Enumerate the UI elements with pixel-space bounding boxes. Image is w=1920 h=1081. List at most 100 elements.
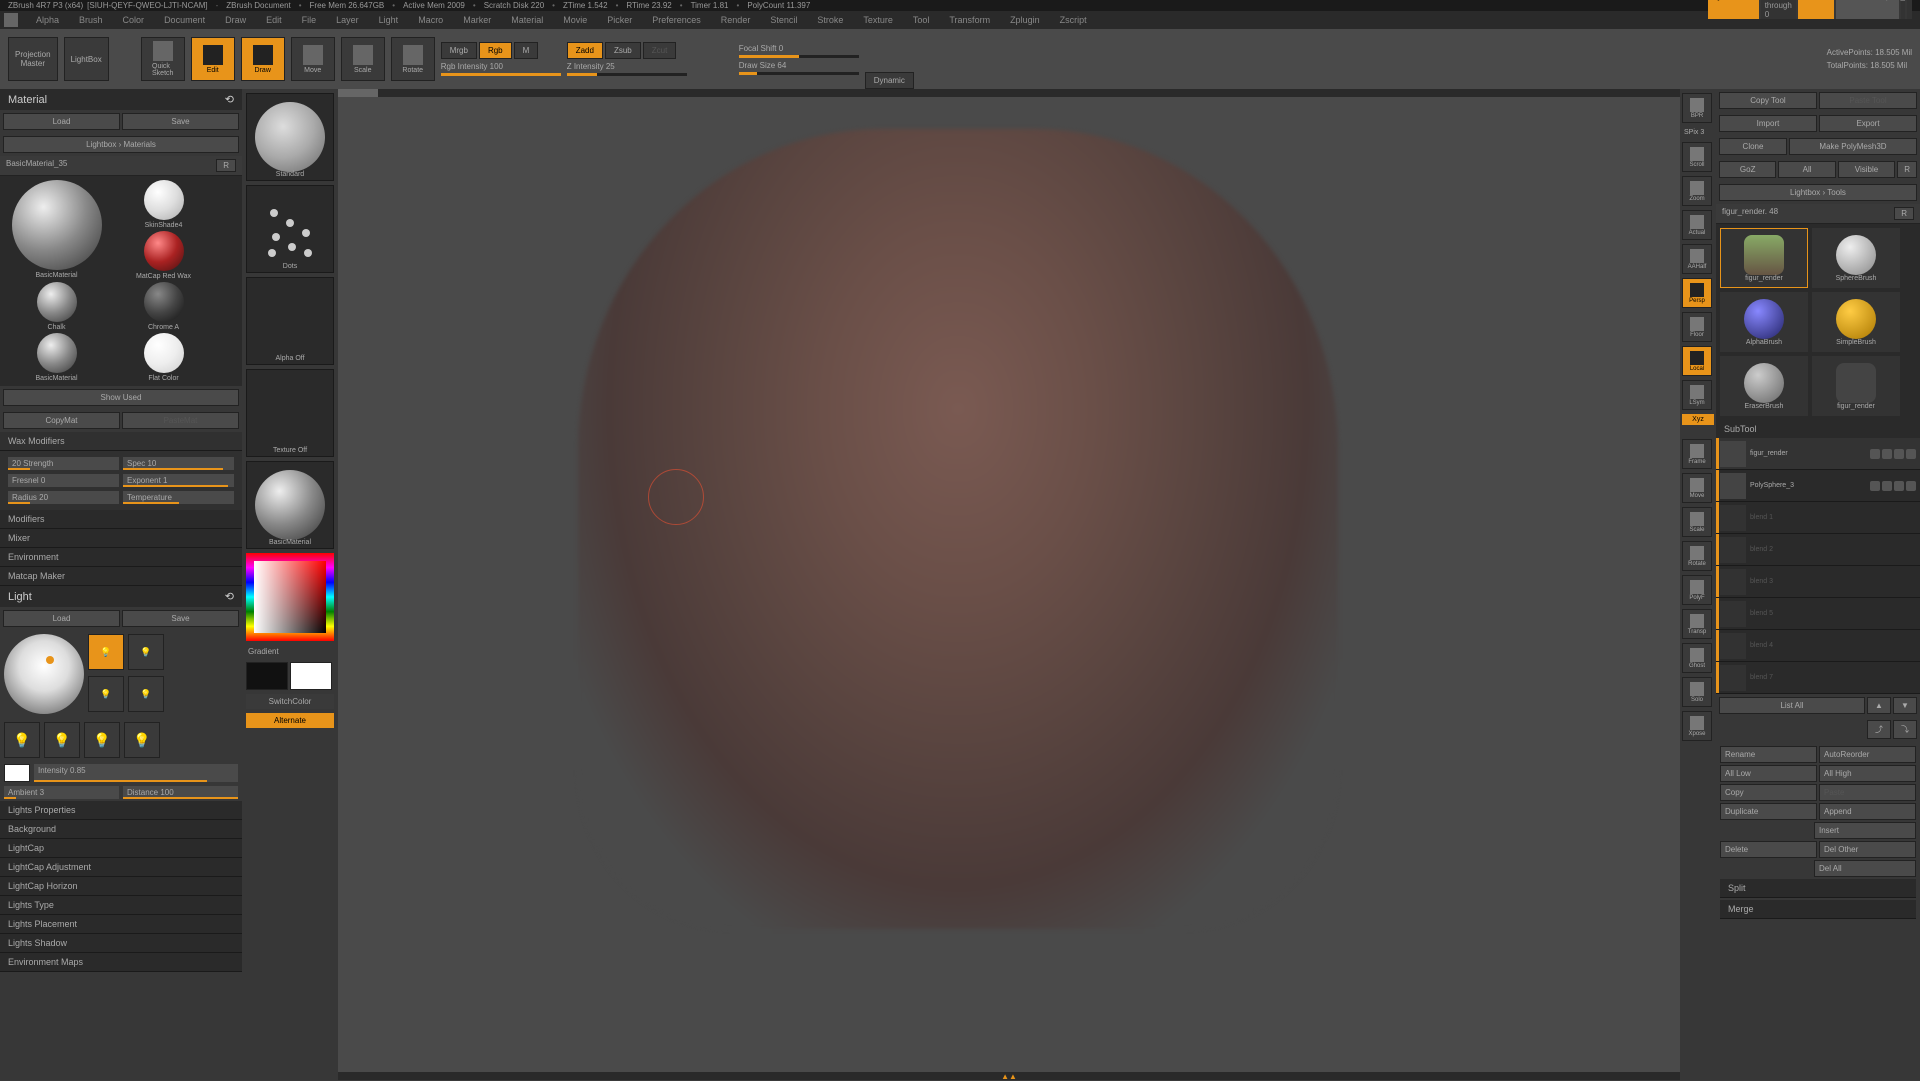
undock-icon[interactable]: ⟲ (225, 590, 234, 603)
menu-marker[interactable]: Marker (453, 15, 501, 25)
light-intensity-slider[interactable]: Intensity 0.85 (34, 764, 238, 782)
minimize-icon[interactable]: _ (1901, 0, 1905, 19)
menus-button[interactable]: Menus (1798, 0, 1834, 19)
tool-figur-render[interactable]: figur_render (1720, 228, 1808, 288)
subtool-item[interactable]: blend 7 (1716, 662, 1920, 694)
lights-type-section[interactable]: Lights Type (0, 896, 242, 915)
menu-brush[interactable]: Brush (69, 15, 113, 25)
gradient-toggle[interactable]: Gradient (246, 645, 334, 658)
material-thumb[interactable]: BasicMaterial (246, 461, 334, 549)
menu-file[interactable]: File (292, 15, 327, 25)
canvas-scrollbar-top[interactable] (338, 89, 1680, 97)
light-color-swatch[interactable] (4, 764, 30, 782)
wax-spec-slider[interactable]: Spec 10 (123, 457, 234, 470)
export-button[interactable]: Export (1819, 115, 1917, 132)
alternate-button[interactable]: Alternate (246, 713, 334, 728)
light-save-button[interactable]: Save (122, 610, 239, 627)
copy-tool-button[interactable]: Copy Tool (1719, 92, 1817, 109)
lights-placement-section[interactable]: Lights Placement (0, 915, 242, 934)
menu-stroke[interactable]: Stroke (807, 15, 853, 25)
floor-button[interactable]: Floor (1682, 312, 1712, 342)
ghost-button[interactable]: Ghost (1682, 643, 1712, 673)
transp-button[interactable]: Transp (1682, 609, 1712, 639)
edit-mode-button[interactable]: Edit (191, 37, 235, 81)
local-button[interactable]: Local (1682, 346, 1712, 376)
material-r-button[interactable]: R (216, 159, 236, 172)
brush-thumb[interactable]: Standard (246, 93, 334, 181)
menu-macro[interactable]: Macro (408, 15, 453, 25)
switch-color-button[interactable]: SwitchColor (246, 694, 334, 709)
tool-eraserbrush[interactable]: EraserBrush (1720, 356, 1808, 416)
make-polymesh3d-button[interactable]: Make PolyMesh3D (1789, 138, 1917, 155)
append-button[interactable]: Append (1819, 803, 1916, 820)
menu-color[interactable]: Color (113, 15, 155, 25)
menu-stencil[interactable]: Stencil (760, 15, 807, 25)
quicksave-button[interactable]: QuickSave (1708, 0, 1759, 19)
projection-master-button[interactable]: Projection Master (8, 37, 58, 81)
view-rotate-button[interactable]: Rotate (1682, 541, 1712, 571)
material-swatch-matcap-red-wax[interactable] (144, 231, 184, 271)
subtool-down-button[interactable]: ▼ (1893, 697, 1917, 714)
wax-exponent-slider[interactable]: Exponent 1 (123, 474, 234, 487)
draw-mode-button[interactable]: Draw (241, 37, 285, 81)
primary-color-swatch[interactable] (290, 662, 332, 690)
material-palette-header[interactable]: Material ⟲ (0, 89, 242, 110)
xyz-toggle[interactable]: Xyz (1682, 414, 1714, 425)
menu-tool[interactable]: Tool (903, 15, 940, 25)
lightbox-button[interactable]: LightBox (64, 37, 109, 81)
tray-expand-icon[interactable]: ▲▲ (1001, 1072, 1017, 1080)
material-swatch-basicmaterial[interactable] (12, 180, 102, 270)
goz-r-button[interactable]: R (1897, 161, 1917, 178)
tool-simplebrush[interactable]: SimpleBrush (1812, 292, 1900, 352)
menu-light[interactable]: Light (369, 15, 409, 25)
lightcap-horizon-section[interactable]: LightCap Horizon (0, 877, 242, 896)
wax-temperature-slider[interactable]: Temperature (123, 491, 234, 504)
menu-material[interactable]: Material (501, 15, 553, 25)
light-direction-sphere[interactable] (4, 634, 84, 714)
lsym-button[interactable]: LSym (1682, 380, 1712, 410)
z-intensity-slider[interactable]: Z Intensity 25 (567, 62, 687, 76)
goz-button[interactable]: GoZ (1719, 161, 1776, 178)
spix-slider[interactable]: SPix 3 (1682, 127, 1714, 138)
import-button[interactable]: Import (1719, 115, 1817, 132)
paint-icon[interactable] (1882, 449, 1892, 459)
insert-button[interactable]: Insert (1814, 822, 1916, 839)
move-mode-button[interactable]: Move (291, 37, 335, 81)
environment-maps-section[interactable]: Environment Maps (0, 953, 242, 972)
actual-button[interactable]: Actual (1682, 210, 1712, 240)
menu-draw[interactable]: Draw (215, 15, 256, 25)
light-8-button[interactable]: 💡 (124, 722, 160, 758)
bpr-button[interactable]: BPR (1682, 93, 1712, 123)
texture-thumb[interactable]: Texture Off (246, 369, 334, 457)
delete-button[interactable]: Delete (1720, 841, 1817, 858)
environment-section[interactable]: Environment (0, 548, 242, 567)
tool-alphabrush[interactable]: AlphaBrush (1720, 292, 1808, 352)
lights-shadow-section[interactable]: Lights Shadow (0, 934, 242, 953)
autoreorder-button[interactable]: AutoReorder (1819, 746, 1916, 763)
brush-icon[interactable] (1894, 481, 1904, 491)
lightcap-adjustment-section[interactable]: LightCap Adjustment (0, 858, 242, 877)
rename-button[interactable]: Rename (1720, 746, 1817, 763)
rgb-intensity-slider[interactable]: Rgb Intensity 100 (441, 62, 561, 76)
copymat-button[interactable]: CopyMat (3, 412, 120, 429)
merge-section[interactable]: Merge (1720, 900, 1916, 919)
focal-shift-slider[interactable]: Focal Shift 0 (739, 44, 859, 58)
see-through-slider[interactable]: See-through 0 (1761, 0, 1796, 19)
paste-tool-button[interactable]: Paste Tool (1819, 92, 1917, 109)
menu-document[interactable]: Document (154, 15, 215, 25)
del-all-button[interactable]: Del All (1814, 860, 1916, 877)
material-load-button[interactable]: Load (3, 113, 120, 130)
menu-movie[interactable]: Movie (553, 15, 597, 25)
list-all-button[interactable]: List All (1719, 697, 1865, 714)
eye-toggle-icon[interactable] (1906, 481, 1916, 491)
eye-toggle-icon[interactable] (1906, 449, 1916, 459)
undock-icon[interactable]: ⟲ (225, 93, 234, 106)
maximize-icon[interactable]: □ (1907, 0, 1912, 19)
lightbox-tools-button[interactable]: Lightbox › Tools (1719, 184, 1917, 201)
split-section[interactable]: Split (1720, 879, 1916, 898)
solo-button[interactable]: Solo (1682, 677, 1712, 707)
scale-mode-button[interactable]: Scale (341, 37, 385, 81)
m-button[interactable]: M (514, 42, 539, 59)
clone-button[interactable]: Clone (1719, 138, 1787, 155)
subtool-move-up-button[interactable]: ⤴ (1867, 720, 1891, 739)
